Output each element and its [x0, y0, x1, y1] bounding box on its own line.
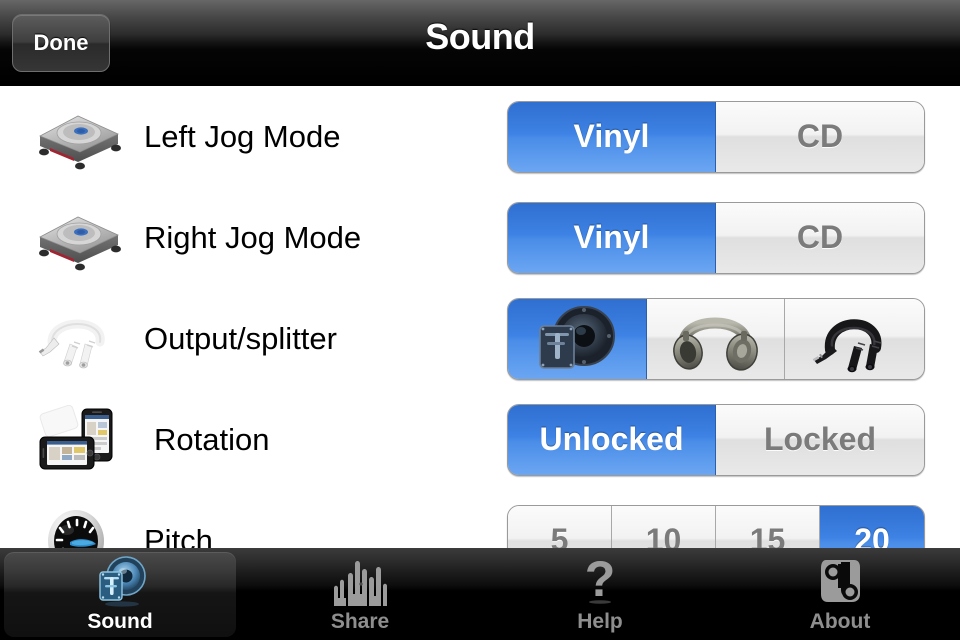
segment-cd[interactable]: CD: [716, 202, 924, 273]
iphone-rotation-icon: [30, 404, 126, 475]
tab-label: About: [809, 610, 871, 633]
tab-about[interactable]: About: [720, 549, 960, 640]
logo-icon: [808, 554, 872, 608]
tab-sound[interactable]: Sound: [0, 549, 240, 640]
segment-black-splitter[interactable]: [785, 298, 924, 379]
turntable-icon: [30, 102, 126, 172]
segment-pitch-5[interactable]: 5: [508, 505, 612, 548]
settings-row-label: Pitch: [144, 522, 213, 549]
tab-help[interactable]: ? Help: [480, 549, 720, 640]
right-jog-mode-segmented-control[interactable]: Vinyl CD: [507, 201, 925, 274]
settings-list: Left Jog Mode Vinyl CD Right Jog Mode Vi…: [0, 86, 960, 548]
segment-pitch-15[interactable]: 15: [716, 505, 820, 548]
question-mark-icon: ?: [568, 551, 632, 608]
rotation-segmented-control[interactable]: Unlocked Locked: [507, 403, 925, 476]
tab-label: Sound: [87, 610, 153, 633]
segment-vinyl[interactable]: Vinyl: [508, 101, 716, 172]
page-title: Sound: [425, 16, 535, 57]
white-splitter-cable-icon: [30, 304, 126, 374]
settings-row-pitch: Pitch 5 10 15 20: [0, 490, 960, 548]
segment-headphones[interactable]: [646, 298, 786, 379]
navigation-bar: Done Sound: [0, 0, 960, 86]
segment-cd[interactable]: CD: [716, 101, 924, 172]
tab-share[interactable]: Share: [240, 549, 480, 640]
segment-speaker[interactable]: [508, 298, 647, 379]
settings-row-label: Rotation: [154, 421, 270, 457]
app-root: Done Sound Left Jog Mode Vinyl CD Right …: [0, 0, 960, 640]
settings-row-label: Right Jog Mode: [144, 219, 362, 255]
settings-row-output-splitter: Output/splitter: [0, 288, 960, 389]
segment-locked[interactable]: Locked: [716, 404, 924, 475]
tab-bar: Sound Share ? Help About: [0, 548, 960, 640]
settings-row-label: Output/splitter: [144, 320, 337, 356]
segment-pitch-10[interactable]: 10: [612, 505, 716, 548]
settings-row-rotation: Rotation Unlocked Locked: [0, 389, 960, 490]
settings-row-right-jog-mode: Right Jog Mode Vinyl CD: [0, 187, 960, 288]
black-splitter-cable-icon: [812, 318, 881, 372]
left-jog-mode-segmented-control[interactable]: Vinyl CD: [507, 100, 925, 173]
headphones-icon: [673, 317, 759, 371]
settings-row-label: Left Jog Mode: [144, 118, 341, 154]
segment-pitch-20[interactable]: 20: [820, 505, 924, 548]
tab-label: Help: [577, 610, 623, 633]
segment-unlocked[interactable]: Unlocked: [508, 404, 716, 475]
tab-label: Share: [330, 610, 390, 633]
crowd-hands-icon: [328, 554, 392, 608]
pitch-segmented-control[interactable]: 5 10 15 20: [507, 504, 925, 548]
gauge-icon: [30, 506, 126, 548]
output-splitter-segmented-control[interactable]: [507, 297, 925, 380]
sound-mixer-icon: [88, 554, 152, 608]
svg-text:?: ?: [585, 554, 616, 607]
turntable-icon: [30, 203, 126, 273]
settings-row-left-jog-mode: Left Jog Mode Vinyl CD: [0, 86, 960, 187]
speaker-icon: [539, 305, 615, 369]
segment-vinyl[interactable]: Vinyl: [508, 202, 716, 273]
